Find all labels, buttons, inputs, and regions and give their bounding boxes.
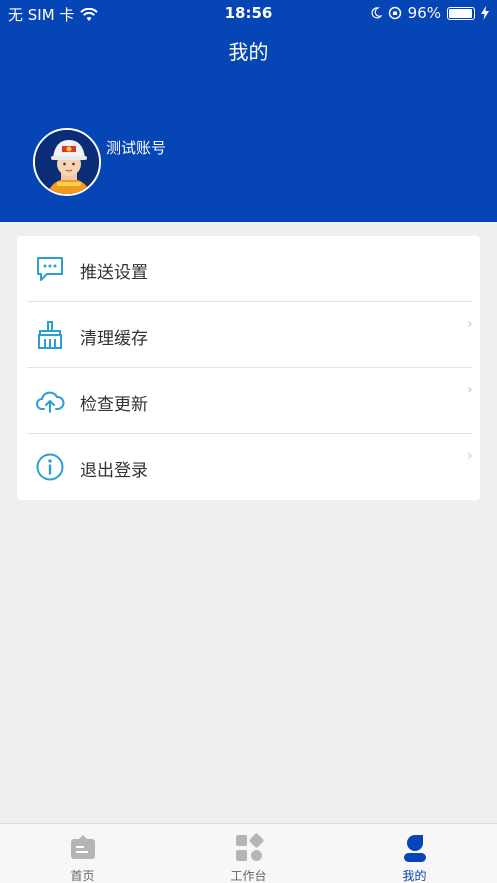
rotation-lock-icon [388, 6, 401, 20]
menu-item-clear-cache[interactable]: 清理缓存 [17, 302, 480, 368]
battery-icon [447, 6, 475, 20]
page-title: 我的 [228, 40, 269, 64]
home-icon [71, 835, 95, 859]
info-icon [36, 453, 64, 481]
tab-workbench[interactable]: 工作台 [166, 824, 331, 883]
battery-percent: 96% [407, 4, 441, 22]
avatar[interactable] [33, 128, 101, 196]
battery-fill [449, 8, 472, 18]
firefighter-avatar-icon [35, 130, 99, 194]
tab-mine[interactable]: 我的 [332, 824, 497, 883]
workbench-icon [236, 833, 264, 861]
menu-item-logout[interactable]: 退出登录 [17, 434, 480, 500]
menu-item-label: 清理缓存 [80, 329, 148, 349]
tab-bar: 首页 工作台 我的 [0, 823, 497, 883]
broom-icon [38, 321, 62, 349]
chevron-right-icon: › [467, 382, 473, 398]
menu-item-label: 检查更新 [80, 395, 148, 415]
chevron-right-icon: › [467, 448, 473, 464]
menu-item-check-update[interactable]: 检查更新 [17, 368, 480, 434]
person-icon [404, 835, 426, 862]
menu-item-label: 推送设置 [80, 263, 148, 283]
moon-icon [371, 7, 382, 19]
status-bar: 无 SIM 卡 18:56 96% [0, 0, 497, 26]
cloud-upload-icon [36, 391, 65, 413]
tab-label: 工作台 [230, 869, 267, 883]
tab-label: 我的 [402, 869, 427, 883]
menu-item-push-settings[interactable]: 推送设置 [17, 236, 480, 302]
charging-bolt-icon [481, 6, 489, 20]
chevron-right-icon: › [467, 316, 473, 332]
account-name: 测试账号 [106, 139, 167, 157]
tab-label: 首页 [70, 869, 95, 883]
settings-menu: 推送设置 清理缓存 检查更新 退出登录 [17, 236, 480, 500]
status-right: 96% [370, 4, 489, 22]
tab-home[interactable]: 首页 [0, 824, 165, 883]
header: 无 SIM 卡 18:56 96% 我的 测试账号 [0, 0, 497, 222]
menu-item-label: 退出登录 [80, 461, 148, 481]
message-bubble-icon [37, 257, 63, 281]
